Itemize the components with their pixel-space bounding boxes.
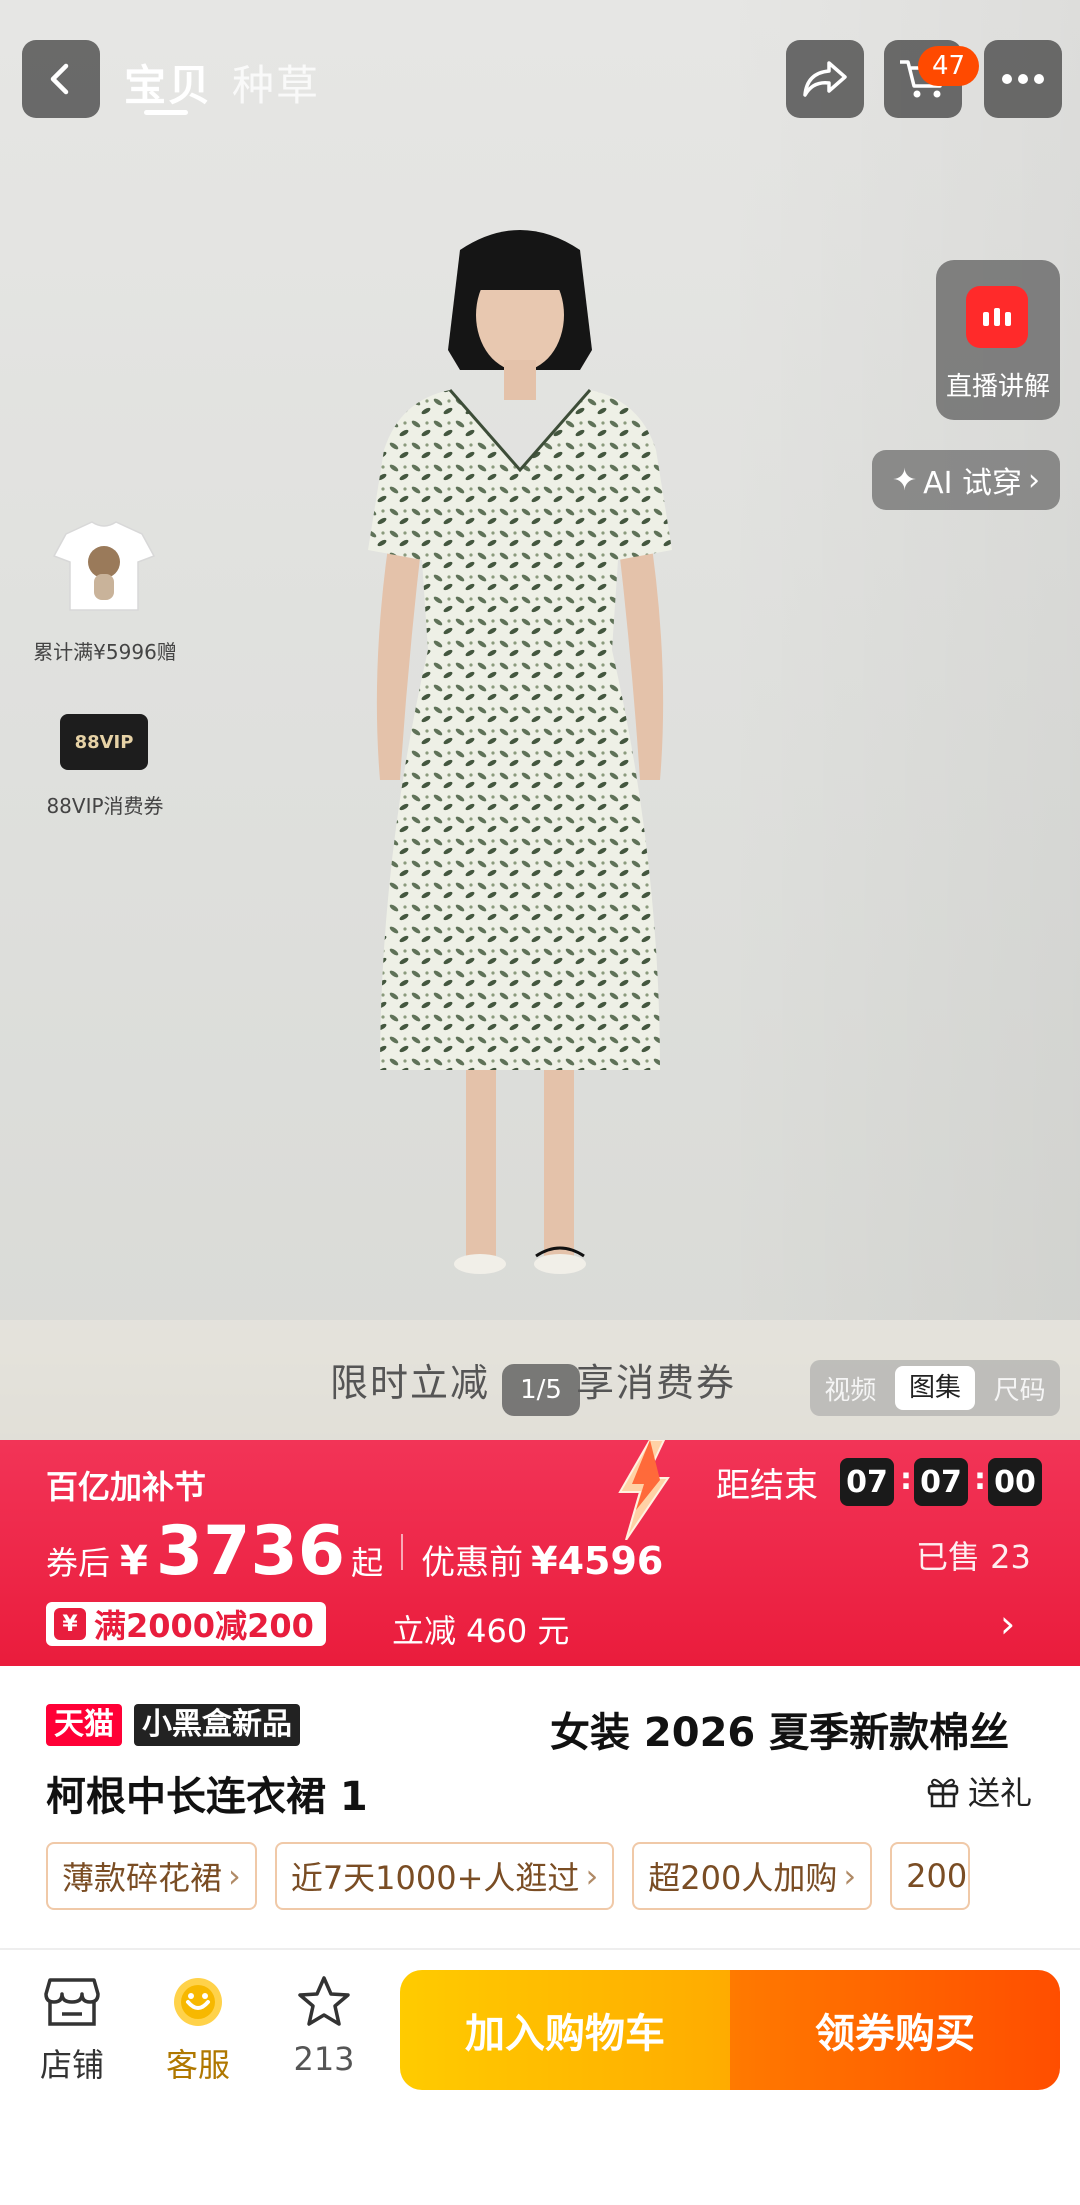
chevron-right-icon: › xyxy=(1028,462,1041,498)
tab-product[interactable]: 宝贝 xyxy=(124,52,212,113)
gift-item-thumbnail[interactable] xyxy=(46,506,162,622)
after-coupon-label: 券后 xyxy=(46,1544,111,1582)
price-row: 券后 ¥ 3736 起 优惠前 ¥4596 xyxy=(46,1512,663,1592)
tag-chip[interactable]: 近7天1000+人逛过 › xyxy=(274,1842,615,1910)
tag-chip[interactable]: 200 xyxy=(890,1842,971,1910)
product-title-line2: 柯根中长连衣裙 1 xyxy=(46,1774,368,1820)
chevron-right-icon: › xyxy=(585,1857,599,1895)
ai-tryon-button[interactable]: ✦ AI 试穿 › xyxy=(872,450,1060,510)
coupon-text: 满2000减200 xyxy=(94,1607,314,1645)
chevron-right-icon: › xyxy=(843,1857,857,1895)
media-type-switch: 视频 图集 尺码 xyxy=(810,1360,1060,1416)
section-divider xyxy=(0,1948,1080,1950)
vip-coupon-card[interactable]: 88VIP xyxy=(60,714,148,770)
customer-service-label: 客服 xyxy=(165,2046,230,2084)
product-title-line1: 女装 2026 夏季新款棉丝 xyxy=(550,1710,1010,1756)
media-tab-gallery[interactable]: 图集 xyxy=(894,1366,976,1410)
ai-tryon-label: AI 试穿 xyxy=(923,466,1023,501)
store-button[interactable]: 店铺 xyxy=(22,1974,122,2086)
vip-coupon-text: 88VIP消费券 xyxy=(46,794,164,818)
send-gift-button[interactable]: 送礼 xyxy=(926,1768,1032,1814)
promo-banner[interactable]: 百亿加补节 距结束 07 : 07 : 00 券后 ¥ 3736 起 优惠前 ¥… xyxy=(0,1440,1080,1666)
hero-wall-shadow xyxy=(720,0,1080,1440)
customer-service-icon xyxy=(174,1978,222,2026)
image-page-indicator: 1/5 xyxy=(502,1364,580,1416)
share-icon xyxy=(803,61,847,97)
festival-label: 百亿加补节 xyxy=(46,1468,207,1506)
currency-symbol: ¥ xyxy=(120,1538,148,1584)
star-icon xyxy=(298,1976,350,2026)
coupon-icon: ¥ xyxy=(54,1608,86,1640)
model-in-dress-image xyxy=(368,230,672,1274)
chevron-right-icon: › xyxy=(228,1857,241,1895)
tmall-badge: 天猫 xyxy=(46,1704,122,1746)
add-to-cart-button[interactable]: 加入购物车 xyxy=(400,1970,730,2090)
media-tab-size[interactable]: 尺码 xyxy=(979,1370,1060,1407)
live-explain-label: 直播讲解 xyxy=(945,372,1050,402)
live-explain-button[interactable]: 直播讲解 xyxy=(936,260,1060,420)
countdown-colon: : xyxy=(974,1462,986,1497)
share-button[interactable] xyxy=(786,40,864,118)
countdown-colon: : xyxy=(900,1462,912,1497)
countdown-label: 距结束 xyxy=(716,1466,818,1506)
gift-promo-text: 累计满¥5996赠 xyxy=(33,640,177,664)
product-tags: 薄款碎花裙 › 近7天1000+人逛过 › 超200人加购 › 200 xyxy=(46,1842,971,1910)
favorite-button[interactable]: 213 xyxy=(274,1974,374,2078)
original-price: ¥4596 xyxy=(531,1539,664,1583)
original-price-label: 优惠前 xyxy=(421,1543,524,1583)
favorite-count: 213 xyxy=(293,2040,355,2078)
sparkle-icon: ✦ xyxy=(891,462,918,498)
live-icon xyxy=(966,286,1028,348)
gift-icon xyxy=(927,1778,959,1808)
more-button[interactable] xyxy=(984,40,1062,118)
send-gift-label: 送礼 xyxy=(968,1774,1033,1812)
buy-with-coupon-button[interactable]: 领券购买 xyxy=(730,1970,1060,2090)
tab-grass[interactable]: 种草 xyxy=(232,52,320,113)
new-product-badge: 小黑盒新品 xyxy=(134,1704,300,1746)
final-price: 3736 xyxy=(155,1512,346,1591)
back-button[interactable] xyxy=(22,40,100,118)
back-arrow-icon xyxy=(50,63,69,95)
tag-chip[interactable]: 薄款碎花裙 › xyxy=(46,1842,257,1910)
price-suffix: 起 xyxy=(351,1544,384,1582)
chevron-right-icon[interactable]: › xyxy=(1000,1602,1015,1646)
tab-active-indicator xyxy=(144,110,188,115)
coupon-tag[interactable]: ¥ 满2000减200 xyxy=(46,1602,326,1646)
media-tab-video[interactable]: 视频 xyxy=(810,1370,891,1407)
store-label: 店铺 xyxy=(39,2046,104,2084)
countdown-minutes: 07 xyxy=(914,1458,968,1506)
price-divider xyxy=(401,1534,404,1570)
cart-count-badge: 47 xyxy=(918,46,980,86)
store-icon xyxy=(44,1978,100,2026)
countdown-hours: 07 xyxy=(840,1458,894,1506)
sold-count: 已售 23 xyxy=(916,1538,1031,1576)
countdown-seconds: 00 xyxy=(988,1458,1042,1506)
instant-discount-text: 立减 460 元 xyxy=(392,1612,570,1650)
tag-chip[interactable]: 超200人加购 › xyxy=(632,1842,873,1910)
product-hero-image[interactable]: 宝贝 种草 47 直播讲解 ✦ AI 试穿 › 累计满¥5996赠 88VIP … xyxy=(0,0,1080,1440)
more-dots-icon xyxy=(1002,74,1044,84)
customer-service-button[interactable]: 客服 xyxy=(148,1974,248,2086)
